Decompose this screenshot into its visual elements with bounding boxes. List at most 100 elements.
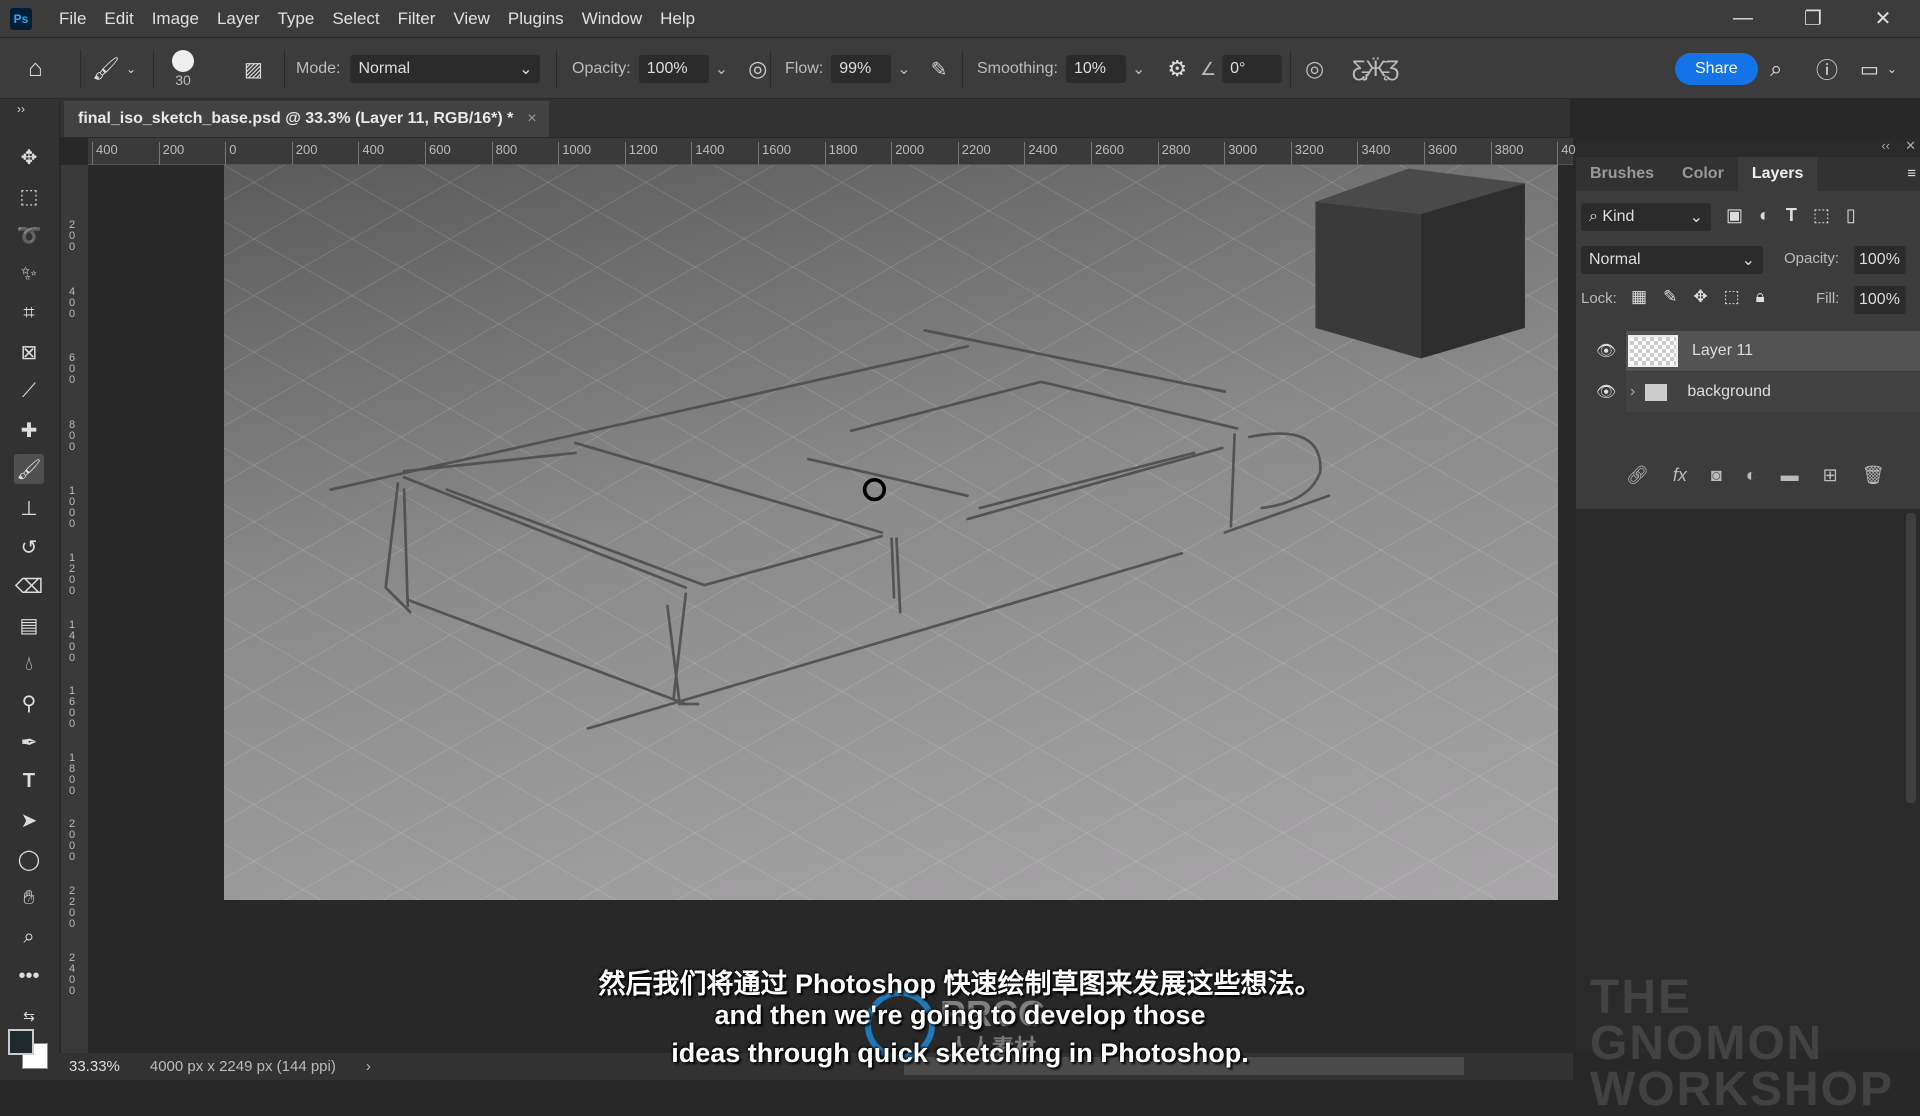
frame-tool-icon[interactable]: ⊠ (14, 337, 44, 367)
flow-label: Flow: (785, 60, 824, 77)
menu-help[interactable]: Help (651, 9, 704, 29)
pen-tool-icon[interactable]: ✒ (14, 727, 44, 757)
menu-select[interactable]: Select (323, 9, 388, 29)
pixel-filter-icon[interactable]: ▣ (1726, 205, 1743, 226)
collapse-panels-icon[interactable]: ‹‹ (1881, 138, 1890, 153)
ruler-tick-label: 1 8 0 0 (69, 751, 76, 797)
foreground-color-swatch[interactable] (8, 1029, 34, 1055)
menu-type[interactable]: Type (268, 9, 323, 29)
visibility-eye-icon[interactable]: 👁︎ (1596, 382, 1616, 402)
zoom-tool-icon[interactable]: ⌕ (14, 922, 44, 952)
adjustment-layer-icon[interactable]: ◐ (1746, 465, 1757, 486)
new-layer-icon[interactable]: ⊞ (1823, 465, 1838, 486)
pressure-opacity-icon[interactable]: ◎ (748, 56, 767, 82)
layer-opacity-input[interactable]: 100% (1854, 246, 1906, 274)
menu-layer[interactable]: Layer (208, 9, 269, 29)
lasso-tool-icon[interactable]: ➰ (14, 220, 44, 250)
magic-wand-tool-icon[interactable]: ✨︎ (14, 259, 44, 289)
add-mask-icon[interactable]: ◙ (1711, 465, 1722, 486)
options-bar: ⌂ 🖌︎ ⌄ 30 ▨ Mode: Normal ⌄ Opacity: 100% ⌄ … (0, 37, 1920, 99)
type-filter-icon[interactable]: T (1786, 205, 1797, 226)
close-panel-icon[interactable]: ✕ (1905, 138, 1916, 154)
eyedropper-tool-icon[interactable]: ⟋ (14, 376, 44, 406)
fx-icon[interactable]: fx (1673, 465, 1687, 486)
layer-row[interactable]: 👁︎ Layer 11 (1576, 331, 1920, 371)
symmetry-butterfly-icon[interactable]: Ƹ̵̡Ӝ̵̨̄Ʒ (1352, 38, 1399, 100)
gear-icon[interactable]: ⚙ (1167, 56, 1187, 82)
menu-view[interactable]: View (444, 9, 499, 29)
type-tool-icon[interactable]: T (14, 766, 44, 796)
link-layers-icon[interactable]: 🔗︎ (1626, 465, 1649, 486)
menu-window[interactable]: Window (573, 9, 651, 29)
home-icon[interactable]: ⌂ (28, 38, 43, 100)
tab-color[interactable]: Color (1668, 157, 1738, 191)
lock-transparency-icon[interactable]: ▦ (1631, 287, 1647, 307)
healing-brush-tool-icon[interactable]: ✚ (14, 415, 44, 445)
smart-object-filter-icon[interactable]: ▯ (1846, 205, 1856, 226)
close-window-button[interactable]: ✕ (1853, 0, 1913, 37)
stamp-tool-icon[interactable]: ⊥ (14, 493, 44, 523)
brush-size-picker[interactable]: 30 (172, 38, 194, 100)
layer-row[interactable]: 👁︎ › background (1576, 372, 1920, 412)
hand-tool-icon[interactable]: ✋︎ (14, 883, 44, 913)
brush-settings-icon[interactable]: ▨ (244, 38, 263, 100)
lock-all-icon[interactable]: 🔒︎ (1756, 287, 1765, 307)
document-canvas[interactable] (224, 165, 1558, 900)
restore-button[interactable]: ❐ (1783, 0, 1843, 37)
menu-file[interactable]: File (50, 9, 95, 29)
gradient-tool-icon[interactable]: ▤ (14, 610, 44, 640)
minimize-button[interactable]: — (1713, 0, 1773, 37)
help-icon[interactable]: ⓘ (1816, 38, 1838, 100)
smoothing-input[interactable]: 10% (1065, 55, 1126, 83)
filter-kind-select[interactable]: ⌕ Kind ⌄ (1581, 203, 1711, 231)
airbrush-icon[interactable]: ✎ (931, 57, 948, 82)
history-brush-tool-icon[interactable]: ↺ (14, 532, 44, 562)
eraser-tool-icon[interactable]: ⌫ (14, 571, 44, 601)
search-icon[interactable]: ⌕ (1770, 38, 1782, 100)
opacity-input[interactable]: 100% (638, 55, 709, 83)
ruler-tick-label: 2400 (1024, 142, 1057, 165)
tab-layers[interactable]: Layers (1737, 157, 1818, 191)
ruler-tick-label: 1600 (758, 142, 791, 165)
marquee-tool-icon[interactable]: ⬚ (14, 181, 44, 211)
expand-toolbar-icon[interactable]: ›› (6, 101, 36, 117)
shape-filter-icon[interactable]: ⬚ (1813, 205, 1830, 226)
close-tab-icon[interactable]: × (527, 110, 536, 128)
blend-mode-select[interactable]: Normal ⌄ (1581, 246, 1763, 274)
panel-menu-icon[interactable]: ≡ (1907, 157, 1920, 191)
ruler-tick-label: 1200 (624, 142, 658, 165)
brush-preset-icon[interactable]: 🖌︎ ⌄ (92, 38, 136, 100)
angle-input[interactable]: 0° (1222, 55, 1283, 83)
share-button[interactable]: Share (1675, 53, 1758, 85)
mode-select[interactable]: Normal ⌄ (350, 55, 541, 83)
ruler-tick-label: 1800 (824, 142, 858, 165)
move-tool-icon[interactable]: ✥ (14, 142, 44, 172)
ruler-tick-label: 1400 (691, 142, 724, 165)
document-tab[interactable]: final_iso_sketch_base.psd @ 33.3% (Layer… (64, 101, 549, 137)
flow-input[interactable]: 99% (831, 55, 892, 83)
crop-tool-icon[interactable]: ⌗ (14, 298, 44, 328)
path-selection-tool-icon[interactable]: ➤ (14, 805, 44, 835)
lock-position-icon[interactable]: ✥ (1693, 287, 1707, 307)
blur-tool-icon[interactable]: 💧︎ (14, 649, 44, 679)
delete-layer-icon[interactable]: 🗑︎ (1862, 465, 1885, 486)
dodge-tool-icon[interactable]: ⚲ (14, 688, 44, 718)
expand-group-chevron-icon[interactable]: › (1630, 383, 1635, 401)
menu-plugins[interactable]: Plugins (499, 9, 573, 29)
workspace-icon[interactable]: ▭ ⌄ (1860, 38, 1897, 100)
new-group-icon[interactable]: ▬ (1781, 465, 1799, 486)
lock-pixels-icon[interactable]: ✎ (1663, 287, 1677, 307)
tab-brushes[interactable]: Brushes (1576, 157, 1668, 191)
brush-tool-icon[interactable]: 🖌︎ (14, 454, 44, 484)
menu-edit[interactable]: Edit (95, 9, 142, 29)
ruler-tick-label: 2200 (957, 142, 991, 165)
pressure-size-icon[interactable]: ◎ (1305, 38, 1324, 100)
visibility-eye-icon[interactable]: 👁︎ (1596, 341, 1616, 361)
ellipse-tool-icon[interactable]: ◯ (14, 844, 44, 874)
menu-filter[interactable]: Filter (389, 9, 445, 29)
adjustment-filter-icon[interactable]: ◐ (1759, 205, 1770, 226)
fill-input[interactable]: 100% (1854, 286, 1906, 314)
panel-scrollbar[interactable] (1906, 513, 1916, 803)
menu-image[interactable]: Image (143, 9, 208, 29)
lock-artboard-icon[interactable]: ⬚ (1724, 287, 1740, 307)
